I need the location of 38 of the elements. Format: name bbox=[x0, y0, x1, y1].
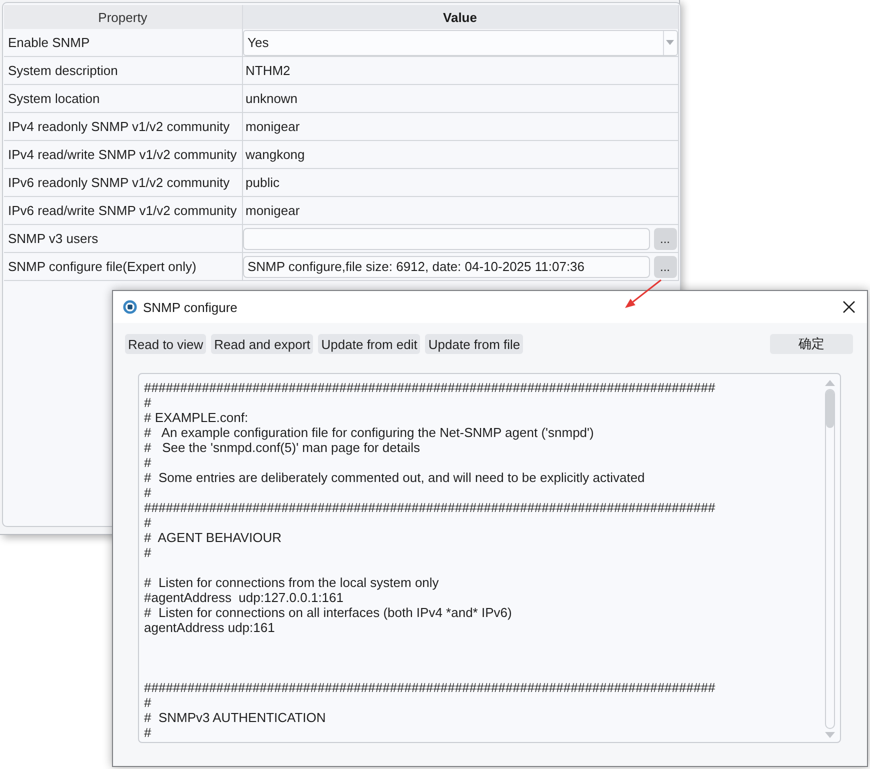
scroll-down-icon[interactable] bbox=[825, 732, 835, 738]
column-header[interactable]: Property bbox=[4, 5, 242, 29]
property-value: monigear bbox=[242, 196, 678, 224]
toolbar-button[interactable]: Read to view bbox=[125, 334, 206, 354]
config-text: ############################################################################### # # EXAMPLE.conf: # An example configuration file for configuring the Net-SNMP agent ('snmpd') # See the 'snmpd.conf(5)' man page for details # # Some entries are deliberately commented out, and will need to be explicitly activated # ############################################################################### # # AGENT BEHAVIOUR # # Listen for connections from the local system only #agentAddress udp:127.0.0.1:161 # Listen for connections on all interfaces (both IPv4 *and* IPv6) agentAddress udp:161 ############################################################################### # # SNMPv3 AUTHENTICATION # bbox=[143, 379, 716, 742]
scroll-up-icon[interactable] bbox=[825, 380, 835, 386]
toolbar-button[interactable]: Read and export bbox=[211, 334, 314, 354]
property-value: NTHM2 bbox=[242, 56, 678, 84]
confirm-button[interactable]: 确定 bbox=[770, 334, 853, 354]
property-label: Enable SNMP bbox=[4, 29, 242, 56]
toolbar-button[interactable]: Update from file bbox=[425, 334, 524, 354]
property-label: System description bbox=[4, 56, 242, 84]
toolbar-button[interactable]: Update from edit bbox=[318, 334, 420, 354]
config-editor[interactable] bbox=[138, 373, 841, 743]
annotation-arrow bbox=[625, 279, 662, 308]
property-label: IPv4 read/write SNMP v1/v2 community bbox=[4, 140, 242, 168]
property-label: System location bbox=[4, 84, 242, 112]
dialog-title: SNMP configure bbox=[143, 300, 238, 314]
column-header[interactable]: Value bbox=[242, 5, 678, 29]
close-icon[interactable] bbox=[843, 301, 855, 313]
browse-button[interactable]: ... bbox=[654, 228, 676, 250]
ring-icon bbox=[123, 300, 137, 314]
browse-button[interactable]: ... bbox=[654, 256, 676, 278]
property-value: monigear bbox=[242, 112, 678, 140]
scrollbar-track[interactable] bbox=[825, 389, 835, 729]
property-label: SNMP configure file(Expert only) bbox=[4, 252, 242, 280]
property-label: IPv6 readonly SNMP v1/v2 community bbox=[4, 168, 242, 196]
property-value: wangkong bbox=[242, 140, 678, 168]
property-label: IPv4 readonly SNMP v1/v2 community bbox=[4, 112, 242, 140]
text-field[interactable]: SNMP configure,file size: 6912, date: 04-10-2025 11:07:36 bbox=[242, 256, 650, 278]
property-label: IPv6 read/write SNMP v1/v2 community bbox=[4, 196, 242, 224]
caret-icon bbox=[666, 40, 674, 45]
text-field[interactable] bbox=[242, 228, 650, 250]
property-value: unknown bbox=[242, 84, 678, 112]
property-label: SNMP v3 users bbox=[4, 224, 242, 252]
scrollbar-thumb[interactable] bbox=[826, 390, 834, 428]
dropdown-field[interactable]: Yes bbox=[242, 30, 678, 56]
property-value: public bbox=[242, 168, 678, 196]
